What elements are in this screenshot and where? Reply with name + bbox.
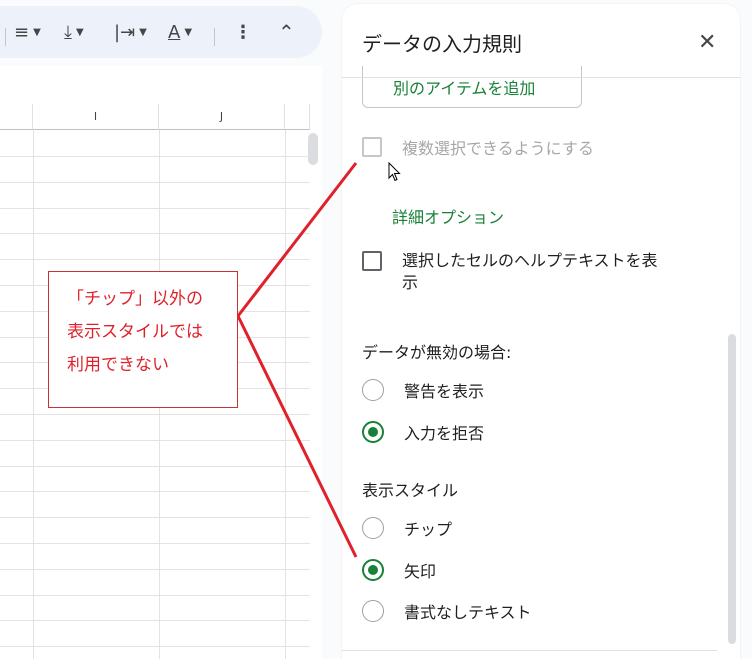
grid-row-line (0, 595, 310, 596)
radio-button[interactable] (362, 600, 384, 622)
help-text-checkbox[interactable] (362, 251, 382, 271)
more-vert-icon: ⋮ (234, 21, 252, 43)
display-style-heading: 表示スタイル (362, 481, 459, 500)
sheet-scrollbar[interactable] (308, 133, 318, 165)
radio-arrow[interactable]: 矢印 (362, 558, 436, 582)
toolbar-separator (214, 28, 215, 46)
multi-select-checkbox[interactable] (362, 137, 382, 157)
radio-chip[interactable]: チップ (362, 516, 452, 540)
grid-row-line (0, 543, 310, 544)
advanced-options-link[interactable]: 詳細オプション (392, 204, 504, 228)
grid-row-line (0, 208, 310, 209)
toolbar-separator (5, 28, 6, 46)
grid-column-line (285, 130, 286, 659)
column-header-i[interactable]: I (33, 104, 159, 130)
panel-title: データの入力規則 (362, 32, 522, 56)
vertical-align-icon: ⤓ (64, 21, 72, 43)
caret-down-icon: ▼ (184, 26, 193, 38)
caret-down-icon: ▼ (139, 26, 147, 38)
grid-row-line (0, 414, 310, 415)
align-icon: ≡ (14, 21, 30, 43)
grid-row-line (0, 466, 310, 467)
panel-scrollbar[interactable] (728, 334, 736, 644)
text-wrap-button[interactable]: |⇥ ▼ (114, 6, 147, 58)
grid-row-line (0, 233, 310, 234)
annotation-callout: 「チップ」以外の 表示スタイルでは 利用できない (48, 271, 238, 408)
radio-reject-input[interactable]: 入力を拒否 (362, 420, 484, 444)
text-rotate-icon: A (168, 21, 181, 43)
grid-column-line (33, 130, 34, 659)
more-options-button[interactable]: ⋮ (234, 6, 252, 58)
radio-button-selected[interactable] (362, 421, 384, 443)
horizontal-align-button[interactable]: ≡ ▼ (14, 6, 41, 58)
text-rotate-button[interactable]: A ▼ (168, 6, 192, 58)
radio-show-warning[interactable]: 警告を表示 (362, 378, 484, 402)
column-header-j[interactable]: J (159, 104, 285, 130)
footer-divider (342, 650, 717, 651)
mouse-cursor-icon (388, 162, 401, 182)
radio-button[interactable] (362, 379, 384, 401)
help-text-row[interactable]: 選択したセルのヘルプテキストを表 示 (362, 250, 658, 294)
caret-down-icon: ▼ (33, 26, 41, 38)
grid-row-line (0, 182, 310, 183)
grid-row-line (0, 620, 310, 621)
column-header[interactable] (285, 104, 310, 130)
multi-select-label: 複数選択できるようにする (402, 139, 594, 158)
radio-button-selected[interactable] (362, 559, 384, 581)
data-validation-panel: データの入力規則 ✕ 別のアイテムを追加 複数選択できるようにする 詳細オプショ… (342, 4, 740, 659)
grid-row-line (0, 440, 310, 441)
grid-row-line (0, 259, 310, 260)
radio-button[interactable] (362, 517, 384, 539)
help-text-label: 選択したセルのヘルプテキストを表 示 (402, 251, 658, 292)
vertical-align-button[interactable]: ⤓ ▼ (64, 6, 84, 58)
header-divider (342, 77, 740, 78)
toolbar: ≡ ▼ ⤓ ▼ |⇥ ▼ A ▼ ⋮ ⌃ (0, 6, 322, 58)
grid-row-line (0, 156, 310, 157)
grid-row-line (0, 517, 310, 518)
multi-select-row[interactable]: 複数選択できるようにする (362, 135, 594, 159)
add-item-button[interactable]: 別のアイテムを追加 (362, 66, 582, 108)
grid-row-line (0, 646, 310, 647)
grid-row-line (0, 491, 310, 492)
caret-down-icon: ▼ (75, 26, 84, 38)
collapse-icon: ⌃ (278, 20, 295, 44)
column-header[interactable] (0, 104, 33, 130)
radio-plain-text[interactable]: 書式なしテキスト (362, 599, 532, 623)
close-icon[interactable]: ✕ (698, 30, 716, 55)
grid-row-line (0, 569, 310, 570)
invalid-data-heading: データが無効の場合: (362, 343, 512, 362)
collapse-toolbar-button[interactable]: ⌃ (278, 6, 295, 58)
text-wrap-icon: |⇥ (114, 21, 136, 43)
